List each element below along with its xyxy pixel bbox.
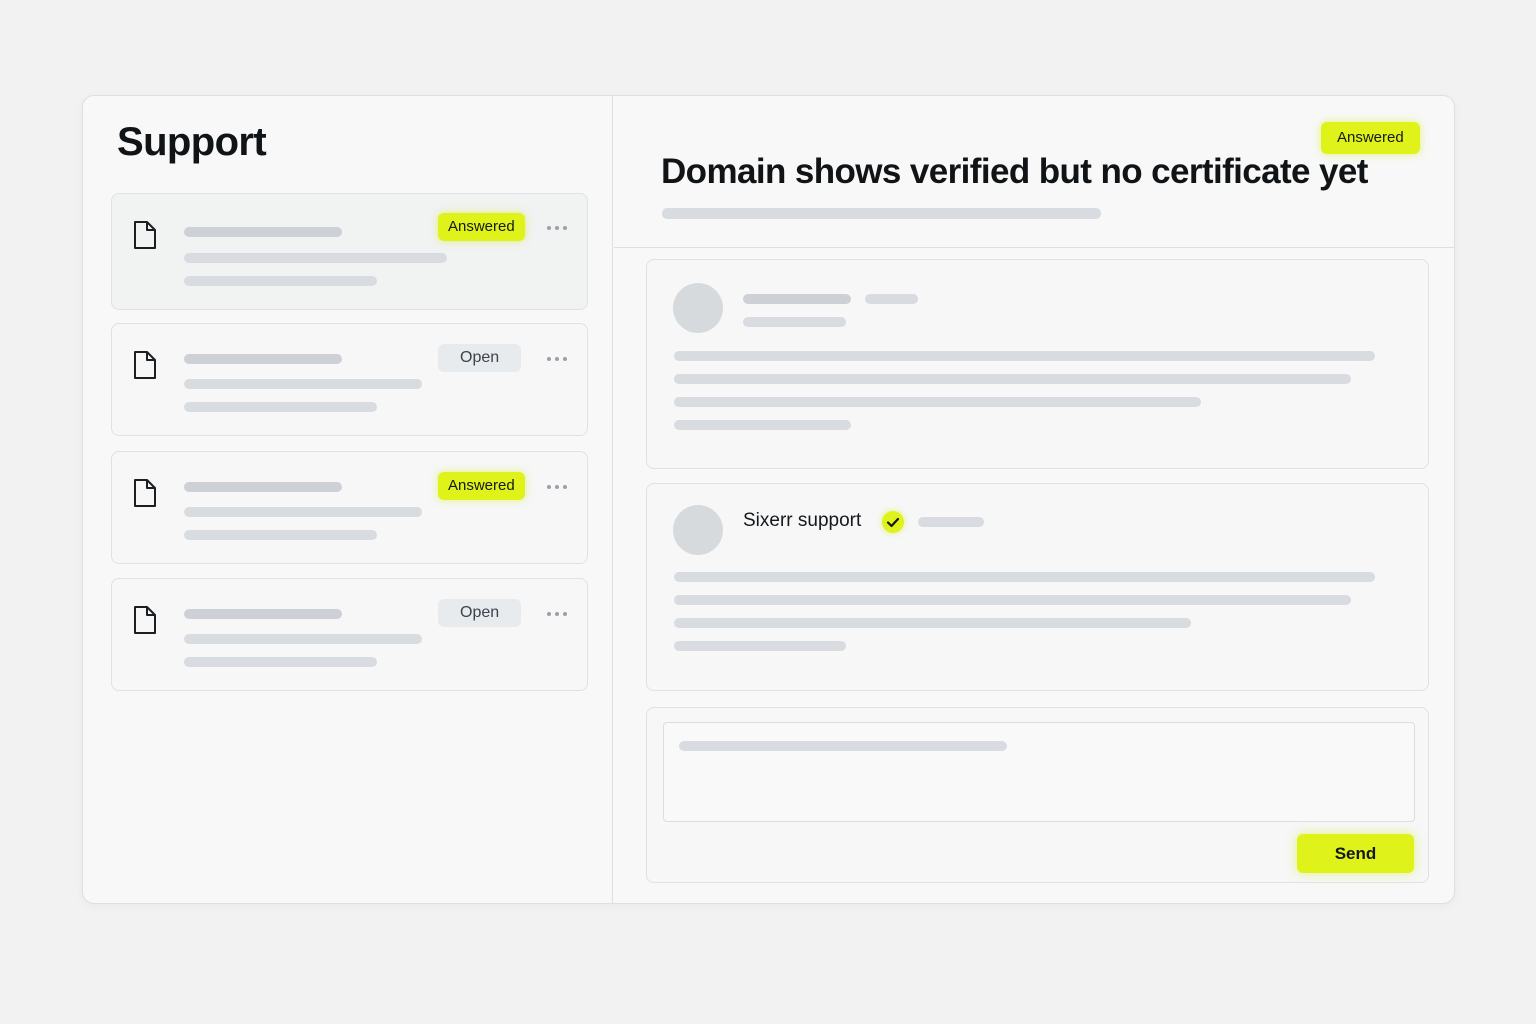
ticket-meta-placeholder [184,276,377,286]
ticket-meta-placeholder [184,402,377,412]
ticket-detail: Answered Domain shows verified but no ce… [614,96,1454,903]
message-text-placeholder [674,397,1201,407]
ticket-subtitle-placeholder [662,208,1101,219]
ticket-preview-placeholder [184,634,422,644]
ticket-card[interactable]: Open [111,323,588,436]
timestamp-placeholder [918,517,984,527]
document-icon [134,351,156,379]
status-badge: Open [438,599,522,627]
ticket-card[interactable]: Answered [111,193,588,310]
reply-composer: Send [646,707,1429,883]
ticket-title-placeholder [184,227,342,237]
reply-placeholder [679,741,1007,751]
document-icon [134,479,156,507]
message-text-placeholder [674,420,851,430]
verified-check-icon [882,511,904,533]
reply-input[interactable] [663,722,1415,822]
avatar [673,283,723,333]
document-icon [134,221,156,249]
meta-placeholder [743,317,846,327]
ticket-preview-placeholder [184,507,422,517]
message-card [646,259,1429,469]
message-text-placeholder [674,351,1375,361]
message-text-placeholder [674,572,1375,582]
more-options-icon[interactable] [547,484,569,490]
ticket-meta-placeholder [184,530,377,540]
status-badge: Open [438,344,522,372]
message-text-placeholder [674,618,1191,628]
ticket-preview-placeholder [184,253,447,263]
ticket-preview-placeholder [184,379,422,389]
ticket-title: Domain shows verified but no certificate… [661,152,1368,191]
send-button[interactable]: Send [1297,834,1414,873]
author-name: Sixerr support [743,510,862,531]
ticket-header: Answered Domain shows verified but no ce… [614,96,1454,248]
sidebar-title: Support [117,120,267,164]
ticket-title-placeholder [184,354,342,364]
more-options-icon[interactable] [547,225,569,231]
ticket-title-placeholder [184,609,342,619]
author-placeholder [743,294,851,304]
message-text-placeholder [674,595,1351,605]
status-badge: Answered [438,213,525,241]
ticket-title-placeholder [184,482,342,492]
ticket-card[interactable]: Open [111,578,588,691]
ticket-status-badge: Answered [1321,122,1420,154]
ticket-meta-placeholder [184,657,377,667]
message-text-placeholder [674,374,1351,384]
timestamp-placeholder [865,294,918,304]
more-options-icon[interactable] [547,356,569,362]
support-window: Support Answered Open Answered Open Answ… [82,95,1455,904]
status-badge: Answered [438,472,525,500]
ticket-sidebar: Support Answered Open Answered Open [83,96,613,903]
avatar [673,505,723,555]
document-icon [134,606,156,634]
more-options-icon[interactable] [547,611,569,617]
message-card: Sixerr support [646,483,1429,691]
message-text-placeholder [674,641,846,651]
ticket-card[interactable]: Answered [111,451,588,564]
